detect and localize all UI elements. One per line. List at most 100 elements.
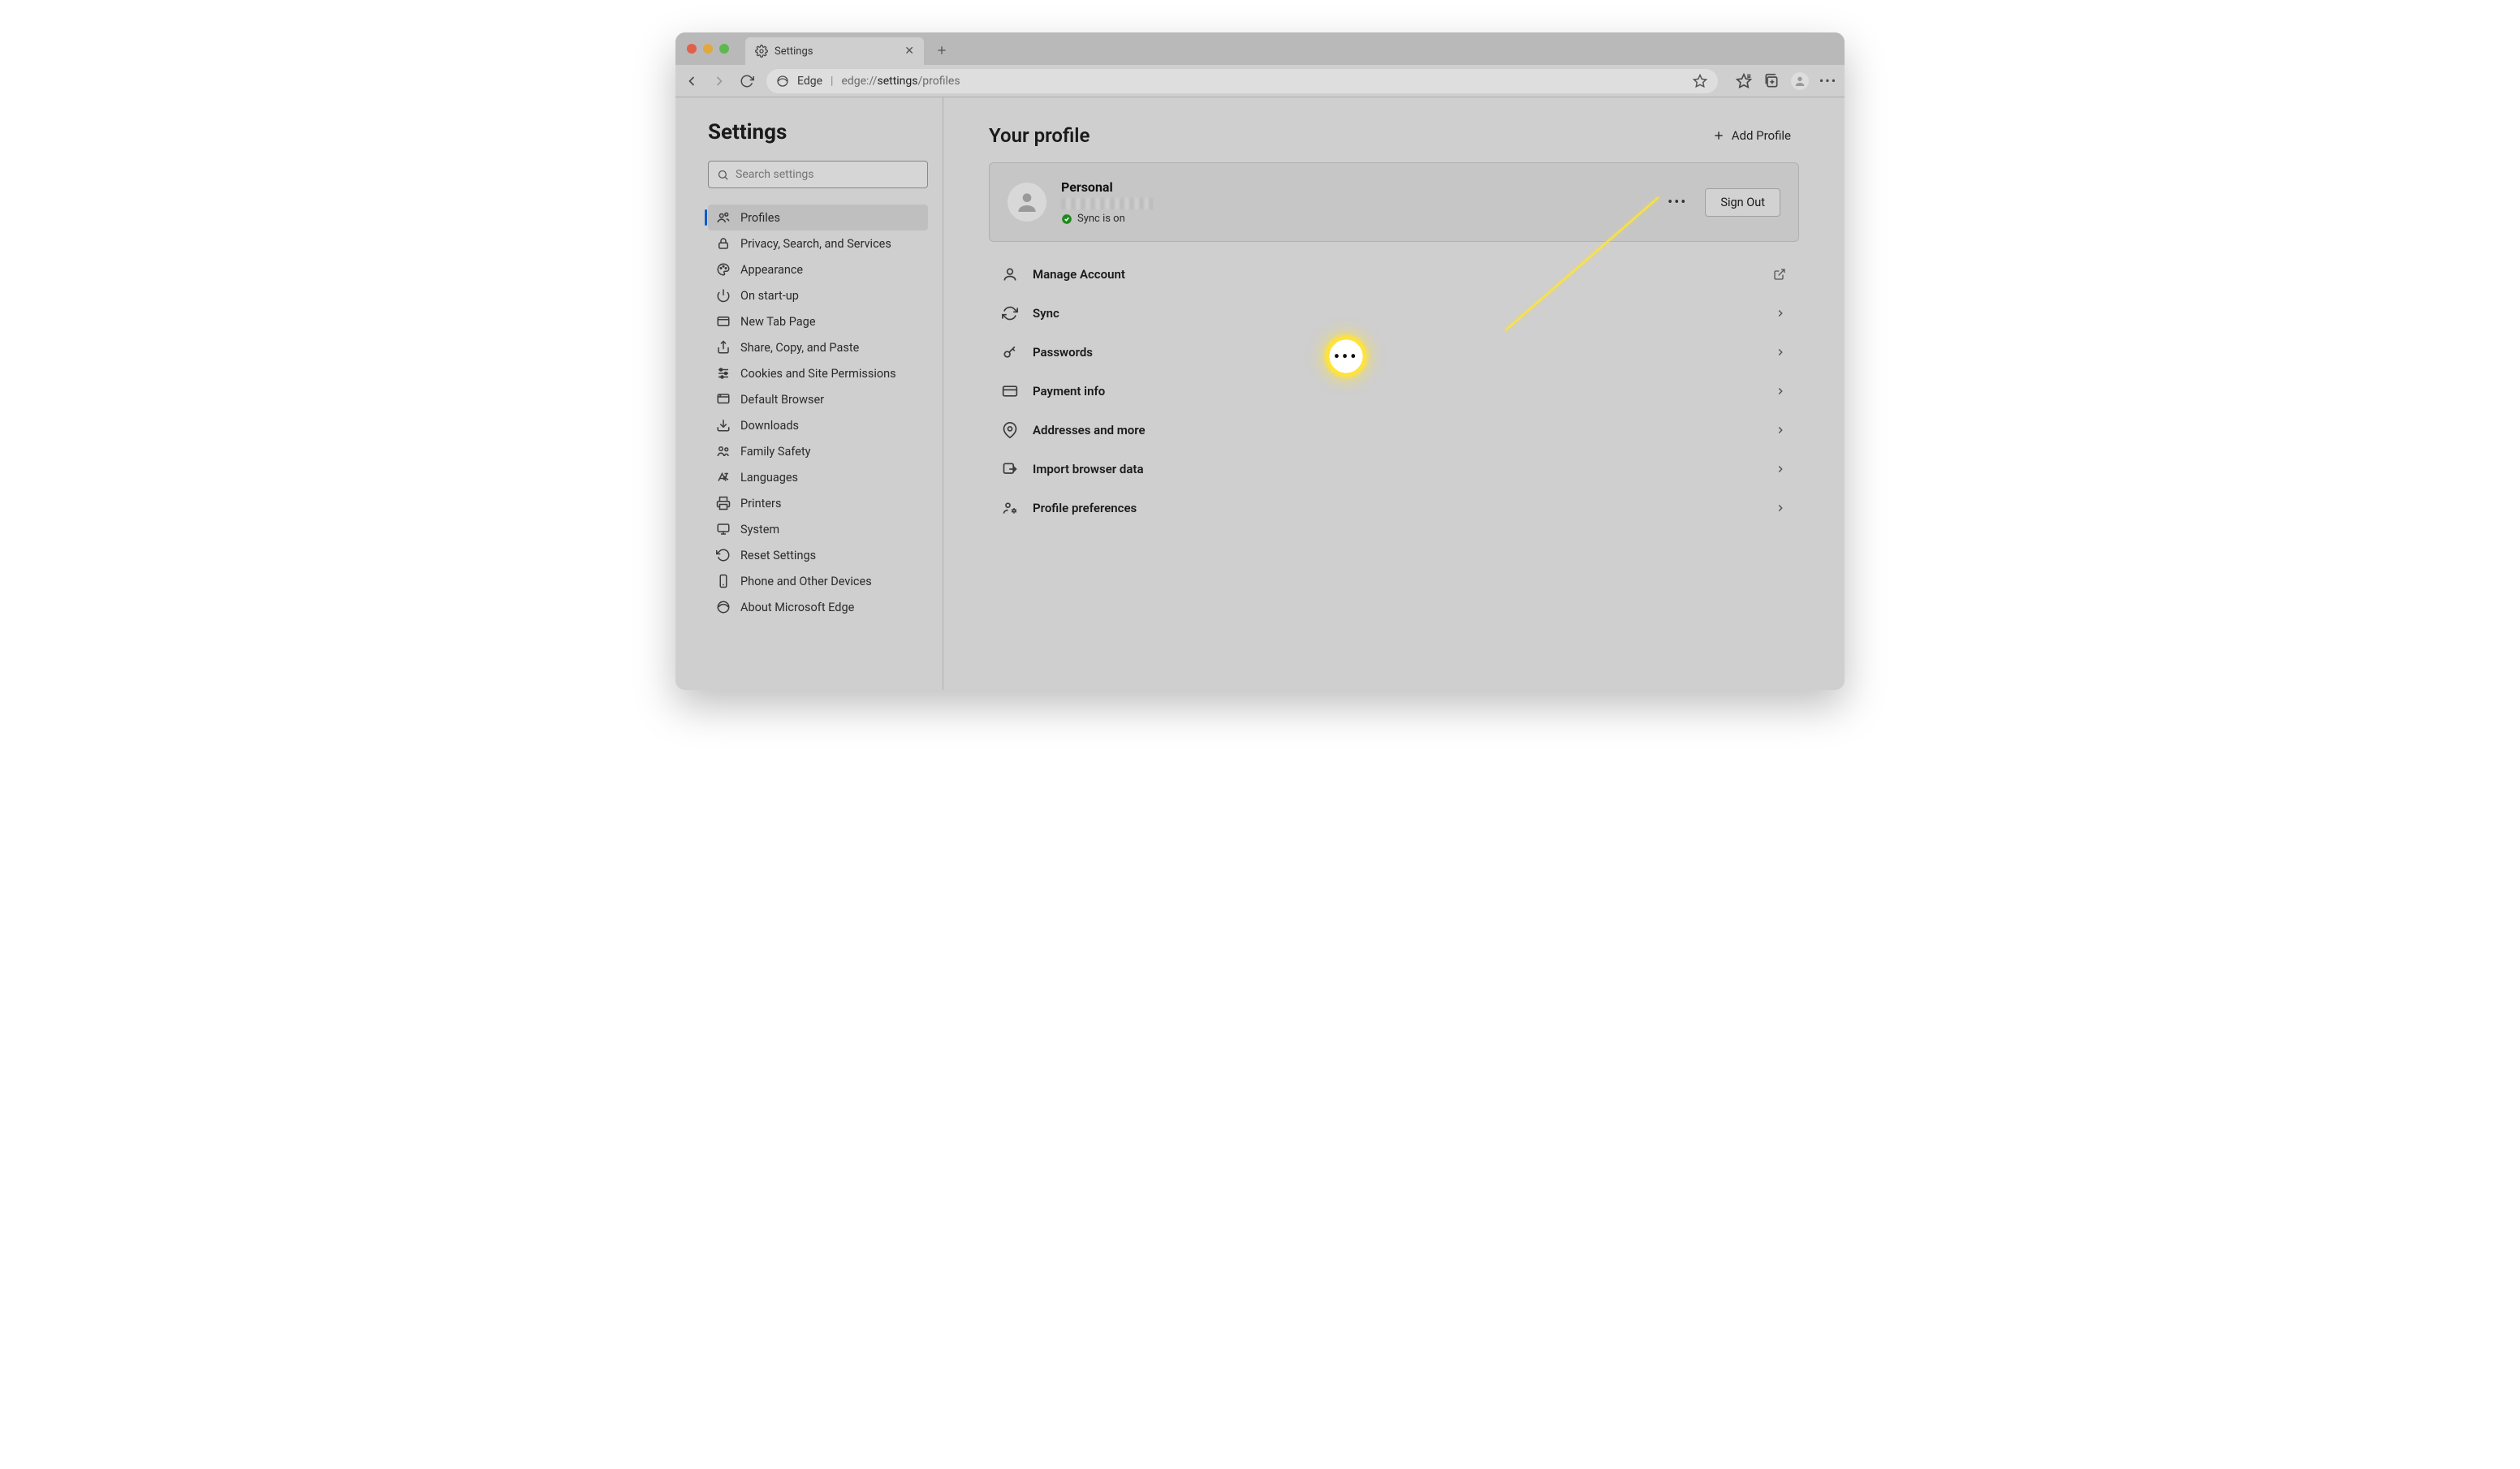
sign-out-button[interactable]: Sign Out: [1705, 188, 1780, 217]
favorite-star-icon[interactable]: [1692, 73, 1708, 89]
plus-icon: [1712, 129, 1725, 142]
row-label: Addresses and more: [1033, 423, 1146, 437]
edge-logo-icon: [776, 75, 789, 88]
nav-item-label: System: [740, 523, 779, 536]
nav-item-label: Default Browser: [740, 393, 824, 407]
add-profile-button[interactable]: Add Profile: [1704, 123, 1799, 148]
browser-icon: [716, 392, 731, 407]
row-passwords[interactable]: Passwords: [989, 333, 1799, 372]
profile-more-button[interactable]: •••: [1663, 191, 1692, 214]
location-icon: [1002, 422, 1018, 438]
search-settings[interactable]: [708, 161, 928, 188]
nav-item-label: Printers: [740, 497, 781, 510]
profile-card-actions: ••• Sign Out: [1663, 188, 1780, 217]
menu-button[interactable]: •••: [1820, 73, 1836, 89]
nav-share[interactable]: Share, Copy, and Paste: [708, 334, 928, 360]
row-label: Payment info: [1033, 384, 1105, 398]
sync-status: Sync is on: [1061, 213, 1154, 225]
nav-system[interactable]: System: [708, 516, 928, 542]
row-payment[interactable]: Payment info: [989, 372, 1799, 411]
annotation-highlight: •••: [1326, 336, 1366, 377]
row-import[interactable]: Import browser data: [989, 450, 1799, 489]
printer-icon: [716, 496, 731, 510]
toolbar-right: •••: [1736, 72, 1836, 90]
address-bar[interactable]: Edge | edge://settings/profiles: [766, 69, 1718, 93]
import-icon: [1002, 461, 1018, 477]
download-icon: [716, 418, 731, 433]
sync-icon: [1002, 305, 1018, 321]
add-profile-label: Add Profile: [1732, 128, 1791, 143]
nav-startup[interactable]: On start-up: [708, 282, 928, 308]
nav-about[interactable]: About Microsoft Edge: [708, 594, 928, 620]
main-header: Your profile Add Profile: [989, 123, 1799, 148]
chevron-right-icon: [1775, 308, 1786, 319]
nav-languages[interactable]: Languages: [708, 464, 928, 490]
nav-item-label: New Tab Page: [740, 315, 816, 329]
forward-button[interactable]: [711, 73, 727, 89]
profile-avatar-small[interactable]: [1791, 72, 1809, 90]
nav-default-browser[interactable]: Default Browser: [708, 386, 928, 412]
collections-icon[interactable]: [1763, 73, 1780, 89]
address-separator: |: [831, 75, 833, 88]
phone-icon: [716, 574, 731, 588]
main-panel: Your profile Add Profile Personal Sync i…: [943, 97, 1845, 690]
settings-sidebar: Settings Profiles Privacy, Search, and S…: [675, 97, 943, 690]
nav-item-label: Profiles: [740, 211, 780, 225]
nav-appearance[interactable]: Appearance: [708, 256, 928, 282]
nav-item-label: Cookies and Site Permissions: [740, 367, 896, 381]
row-label: Passwords: [1033, 345, 1093, 360]
new-tab-button[interactable]: [930, 39, 953, 62]
row-label: Profile preferences: [1033, 501, 1137, 515]
profile-email-redacted: [1061, 198, 1154, 209]
nav-newtab[interactable]: New Tab Page: [708, 308, 928, 334]
nav-family[interactable]: Family Safety: [708, 438, 928, 464]
window-icon: [716, 314, 731, 329]
edge-icon: [716, 600, 731, 614]
profile-card: Personal Sync is on ••• Sign Out: [989, 162, 1799, 242]
nav-privacy[interactable]: Privacy, Search, and Services: [708, 230, 928, 256]
refresh-button[interactable]: [739, 73, 755, 89]
toolbar: Edge | edge://settings/profiles •••: [675, 65, 1845, 97]
minimize-window-button[interactable]: [703, 44, 713, 54]
back-button[interactable]: [684, 73, 700, 89]
row-sync[interactable]: Sync: [989, 294, 1799, 333]
nav-phone[interactable]: Phone and Other Devices: [708, 568, 928, 594]
sidebar-title: Settings: [708, 120, 928, 144]
nav-cookies[interactable]: Cookies and Site Permissions: [708, 360, 928, 386]
maximize-window-button[interactable]: [719, 44, 729, 54]
external-link-icon: [1773, 268, 1786, 281]
close-window-button[interactable]: [687, 44, 697, 54]
browser-window: Settings ✕ Edge | edge://settings/profil…: [675, 32, 1845, 690]
lock-icon: [716, 236, 731, 251]
row-preferences[interactable]: Profile preferences: [989, 489, 1799, 528]
close-tab-button[interactable]: ✕: [904, 45, 914, 58]
nav-item-label: Phone and Other Devices: [740, 575, 872, 588]
profile-info: Personal Sync is on: [1061, 179, 1154, 225]
share-icon: [716, 340, 731, 355]
nav-profiles[interactable]: Profiles: [708, 205, 928, 230]
window-controls: [687, 44, 729, 54]
nav-printers[interactable]: Printers: [708, 490, 928, 516]
people-gear-icon: [1002, 500, 1018, 516]
key-icon: [1002, 344, 1018, 360]
nav-item-label: Family Safety: [740, 445, 811, 459]
reset-icon: [716, 548, 731, 562]
nav-item-label: Appearance: [740, 263, 803, 277]
language-icon: [716, 470, 731, 485]
row-label: Manage Account: [1033, 267, 1125, 282]
favorites-icon[interactable]: [1736, 73, 1752, 89]
search-icon: [717, 169, 729, 181]
row-label: Sync: [1033, 306, 1059, 321]
browser-tab[interactable]: Settings ✕: [745, 37, 924, 65]
nav-reset[interactable]: Reset Settings: [708, 542, 928, 568]
row-manage-account[interactable]: Manage Account: [989, 255, 1799, 294]
sync-status-label: Sync is on: [1077, 213, 1125, 225]
profiles-icon: [716, 210, 731, 225]
nav-item-label: About Microsoft Edge: [740, 601, 854, 614]
nav-downloads[interactable]: Downloads: [708, 412, 928, 438]
row-addresses[interactable]: Addresses and more: [989, 411, 1799, 450]
search-input[interactable]: [736, 168, 919, 181]
nav-item-label: Reset Settings: [740, 549, 816, 562]
monitor-icon: [716, 522, 731, 536]
nav-item-label: On start-up: [740, 289, 799, 303]
